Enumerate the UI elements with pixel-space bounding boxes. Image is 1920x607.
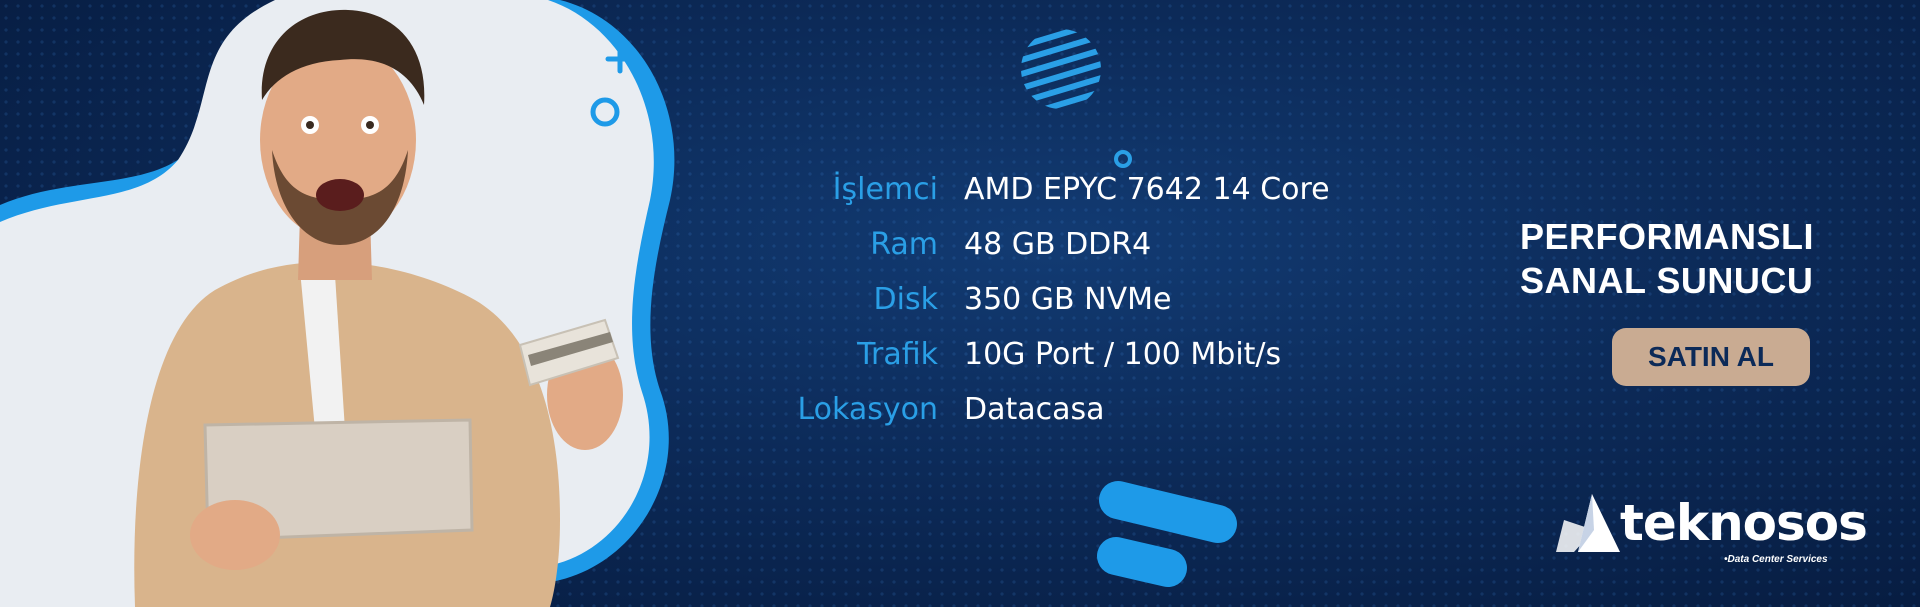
spec-row-disk: Disk 350 GB NVMe	[760, 272, 1330, 327]
spec-value: 48 GB DDR4	[964, 227, 1152, 262]
brand-logo[interactable]: teknosos •Data Center Services	[1554, 492, 1884, 572]
spec-row-location: Lokasyon Datacasa	[760, 382, 1330, 437]
brand-tagline: •Data Center Services	[1724, 554, 1828, 565]
spec-row-ram: Ram 48 GB DDR4	[760, 217, 1330, 272]
brand-name: teknosos	[1620, 494, 1868, 552]
spec-value: 10G Port / 100 Mbit/s	[964, 337, 1282, 372]
spec-label: Lokasyon	[797, 392, 938, 427]
person-hand-left	[190, 500, 280, 570]
spec-row-cpu: İşlemci AMD EPYC 7642 14 Core	[760, 162, 1330, 217]
spec-row-traffic: Trafik 10G Port / 100 Mbit/s	[760, 327, 1330, 382]
logo-mark-icon	[1556, 494, 1620, 552]
spec-label: Ram	[870, 227, 938, 262]
spec-value: 350 GB NVMe	[964, 282, 1172, 317]
striped-circle-icon	[1021, 29, 1101, 109]
headline-line-1: PERFORMANSLI	[1520, 216, 1814, 257]
spec-value: Datacasa	[964, 392, 1105, 427]
hero-image-area	[0, 0, 720, 607]
hero-illustration	[0, 0, 675, 607]
spec-label: Trafik	[857, 337, 938, 372]
person-mouth	[316, 179, 364, 211]
headline-line-2: SANAL SUNUCU	[1520, 260, 1814, 301]
spec-label: İşlemci	[832, 172, 938, 207]
buy-button[interactable]: SATIN AL	[1612, 328, 1810, 386]
spec-value: AMD EPYC 7642 14 Core	[964, 172, 1330, 207]
spec-label: Disk	[873, 282, 938, 317]
headline: PERFORMANSLI SANAL SUNUCU	[1520, 215, 1880, 303]
spec-list: İşlemci AMD EPYC 7642 14 Core Ram 48 GB …	[760, 162, 1330, 437]
brand-stripes-icon	[1097, 481, 1237, 587]
